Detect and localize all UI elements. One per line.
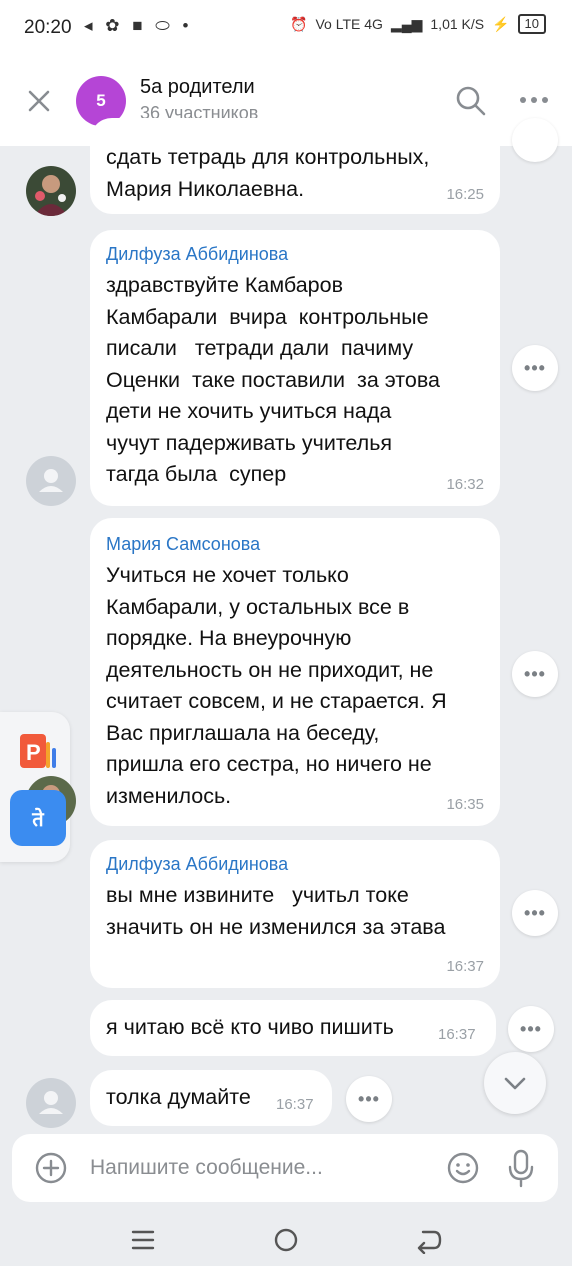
system-nav-bar bbox=[0, 1214, 572, 1266]
message-time: 16:37 bbox=[276, 1096, 314, 1113]
message-composer bbox=[12, 1134, 558, 1202]
message-bubble[interactable]: толка думайте 16:37 bbox=[90, 1070, 332, 1126]
chat-title[interactable]: 5а родители bbox=[140, 76, 255, 99]
svg-text:P: P bbox=[26, 740, 41, 765]
close-icon bbox=[28, 90, 50, 112]
status-time: 20:20 bbox=[24, 17, 72, 38]
message-bubble[interactable]: Дилфуза Аббидинова вы мне извините учить… bbox=[90, 840, 500, 988]
back-icon bbox=[417, 1230, 442, 1255]
menu-icon bbox=[131, 1230, 155, 1250]
battery-indicator: 10 bbox=[517, 14, 546, 34]
home-button[interactable] bbox=[272, 1226, 300, 1254]
recent-apps-button[interactable] bbox=[130, 1228, 156, 1252]
message-time: 16:35 bbox=[446, 796, 484, 813]
smile-icon bbox=[447, 1152, 479, 1184]
message-bubble[interactable]: я читаю всё кто чиво пишить 16:37 bbox=[90, 1000, 496, 1056]
home-icon bbox=[274, 1228, 298, 1252]
message-actions-button[interactable] bbox=[512, 118, 558, 162]
message-time: 16:37 bbox=[438, 1026, 476, 1043]
status-right: ⏰ Vo LTE 4G ▂▄▆ 1,01 K/S ⚡ 10 bbox=[290, 14, 546, 34]
avatar[interactable] bbox=[26, 166, 76, 216]
avatar[interactable] bbox=[26, 456, 76, 506]
message-actions-button[interactable]: ••• bbox=[512, 651, 558, 697]
message-time: 16:25 bbox=[446, 186, 484, 203]
message-actions-button[interactable]: ••• bbox=[512, 345, 558, 391]
message-bubble[interactable]: Мария Самсонова Учиться не хочет только … bbox=[90, 518, 500, 826]
scroll-to-bottom-button[interactable] bbox=[484, 1052, 546, 1114]
presentation-app-icon[interactable]: P bbox=[18, 730, 58, 772]
message-text: Учиться не хочет только Камбарали, у ост… bbox=[106, 563, 447, 808]
charging-icon: ⚡ bbox=[492, 15, 510, 32]
notification-icons: ◂ ✿ ■ ⬭ • bbox=[84, 16, 193, 35]
user-icon bbox=[39, 469, 63, 492]
message-actions-button[interactable]: ••• bbox=[512, 890, 558, 936]
message-bubble[interactable]: Дилфуза Аббидинова здравствуйте Камбаров… bbox=[90, 230, 500, 506]
sender-name[interactable]: Дилфуза Аббидинова bbox=[106, 244, 288, 265]
message-text: здравствуйте Камбаров Камбарали вчира ко… bbox=[106, 273, 440, 486]
message-actions-button[interactable]: ••• bbox=[508, 1006, 554, 1052]
close-button[interactable] bbox=[22, 84, 56, 118]
search-icon bbox=[456, 86, 486, 116]
search-button[interactable] bbox=[454, 84, 488, 118]
alarm-icon: ⏰ bbox=[290, 15, 308, 32]
emoji-button[interactable] bbox=[446, 1151, 480, 1185]
more-options-button[interactable] bbox=[516, 90, 552, 110]
message-time: 16:37 bbox=[446, 958, 484, 975]
message-time: 16:32 bbox=[446, 476, 484, 493]
speed-indicator: 1,01 K/S bbox=[430, 16, 485, 32]
more-icon bbox=[520, 97, 548, 103]
message-text: я читаю всё кто чиво пишить bbox=[106, 1015, 394, 1039]
message-input[interactable] bbox=[88, 1150, 432, 1186]
sender-name[interactable]: Дилфуза Аббидинова bbox=[106, 854, 288, 875]
plus-icon bbox=[35, 1152, 67, 1184]
network-indicator: Vo LTE 4G bbox=[315, 16, 383, 32]
voice-message-button[interactable] bbox=[506, 1148, 536, 1188]
message-bubble[interactable]: сдать тетрадь для контрольных, Мария Ник… bbox=[90, 118, 500, 214]
message-actions-button[interactable]: ••• bbox=[346, 1076, 392, 1122]
status-bar: 20:20 ◂ ✿ ■ ⬭ • ⏰ Vo LTE 4G ▂▄▆ 1,01 K/S… bbox=[0, 0, 572, 58]
back-button[interactable] bbox=[414, 1226, 444, 1255]
microphone-icon bbox=[508, 1149, 534, 1188]
chevron-down-icon bbox=[504, 1077, 526, 1090]
message-text: толка думайте bbox=[106, 1085, 251, 1109]
translate-app-icon[interactable]: ते bbox=[10, 790, 66, 846]
attach-button[interactable] bbox=[34, 1151, 68, 1185]
message-text: сдать тетрадь для контрольных, Мария Ник… bbox=[106, 145, 430, 201]
user-icon bbox=[39, 1091, 63, 1114]
avatar[interactable] bbox=[26, 1078, 76, 1128]
sender-name[interactable]: Мария Самсонова bbox=[106, 534, 260, 555]
message-text: вы мне извините учитьл токе значить он н… bbox=[106, 883, 446, 939]
signal-icon: ▂▄▆ bbox=[390, 15, 423, 32]
